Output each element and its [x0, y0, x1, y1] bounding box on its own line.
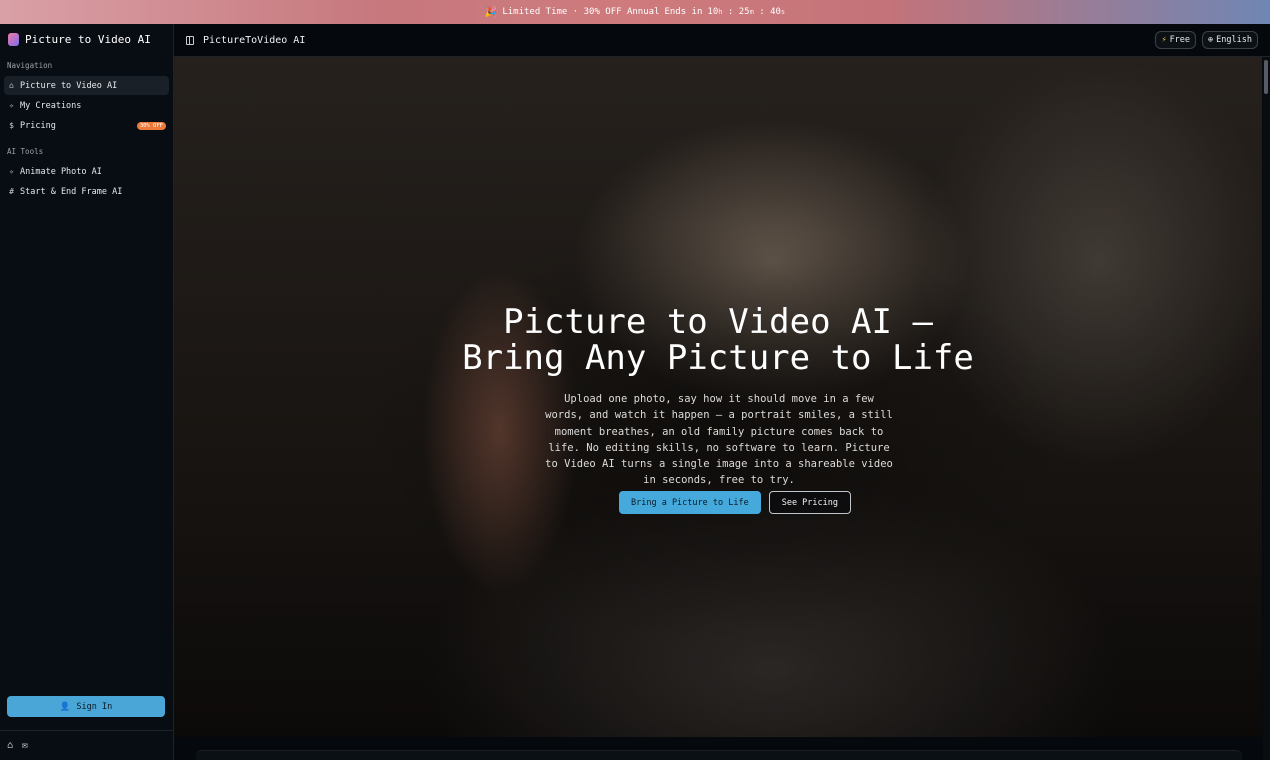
sidebar-item-pricing[interactable]: $ Pricing 30% OFF: [4, 116, 169, 135]
sign-in-label: Sign In: [76, 701, 113, 712]
sidebar-item-label: Picture to Video AI: [20, 80, 118, 91]
sidebar-item-my-creations[interactable]: ✧ My Creations: [4, 96, 169, 115]
scrollbar-track[interactable]: [1263, 57, 1270, 760]
app-title: PictureToVideo AI: [203, 34, 306, 46]
mail-icon[interactable]: ✉: [22, 740, 28, 751]
language-label: English: [1216, 35, 1252, 45]
countdown-timer: 10h : 25m : 40s: [707, 7, 786, 17]
next-section-card: [196, 750, 1242, 760]
see-pricing-button[interactable]: See Pricing: [768, 491, 851, 514]
wand-icon: ✧: [9, 167, 14, 176]
sign-in-button[interactable]: 👤 Sign In: [7, 696, 165, 717]
sidebar-item-start-end-frame[interactable]: # Start & End Frame AI: [4, 182, 169, 201]
home-icon[interactable]: ⌂: [7, 740, 13, 751]
language-selector[interactable]: ⊕ English: [1202, 31, 1258, 49]
promo-ends-in: Ends in: [664, 7, 703, 17]
hero-section: Picture to Video AI — Bring Any Picture …: [174, 57, 1262, 737]
tools-section-label: AI Tools: [7, 147, 44, 156]
promo-banner[interactable]: 🎉 Limited Time · 30% OFF Annual Ends in …: [0, 0, 1270, 24]
hero-title: Picture to Video AI — Bring Any Picture …: [462, 302, 974, 378]
discount-badge: 30% OFF: [136, 121, 166, 130]
sidebar: Picture to Video AI Navigation ⌂ Picture…: [0, 24, 174, 760]
lightning-icon: ⚡: [1161, 35, 1167, 45]
wand-icon: ✧: [9, 101, 14, 110]
brand[interactable]: Picture to Video AI: [0, 24, 173, 54]
sidebar-item-animate-photo[interactable]: ✧ Animate Photo AI: [4, 162, 169, 181]
nav-section-label: Navigation: [7, 61, 53, 70]
sidebar-item-label: Start & End Frame AI: [20, 186, 123, 197]
globe-icon: ⊕: [1208, 35, 1214, 45]
promo-label: Limited Time · 30% OFF Annual: [502, 7, 660, 17]
sidebar-item-label: My Creations: [20, 100, 82, 111]
home-icon: ⌂: [9, 81, 14, 90]
brand-logo-icon: [8, 32, 19, 46]
frame-icon: #: [9, 187, 14, 196]
sidebar-footer: ⌂ ✉: [0, 730, 173, 760]
sidebar-item-label: Animate Photo AI: [20, 166, 102, 177]
free-label: Free: [1169, 35, 1191, 45]
sidebar-toggle-icon[interactable]: [186, 35, 194, 45]
dollar-icon: $: [9, 121, 14, 130]
sidebar-item-picture-to-video[interactable]: ⌂ Picture to Video AI: [4, 76, 169, 95]
top-bar: PictureToVideo AI ⚡ Free ⊕ English: [174, 24, 1270, 57]
party-popper-icon: 🎉: [484, 6, 498, 18]
scrollbar-thumb[interactable]: [1264, 60, 1268, 94]
hero-description: Upload one photo, say how it should move…: [545, 393, 893, 487]
free-plan-button[interactable]: ⚡ Free: [1155, 31, 1197, 49]
sidebar-item-label: Pricing: [20, 120, 56, 131]
brand-name: Picture to Video AI: [25, 32, 151, 46]
user-icon: 👤: [59, 701, 71, 712]
bring-picture-to-life-button[interactable]: Bring a Picture to Life: [619, 491, 761, 514]
